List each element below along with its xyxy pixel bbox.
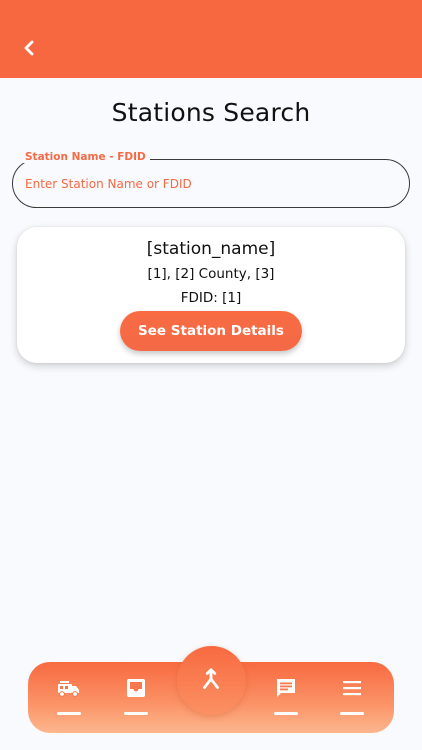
inbox-icon — [127, 679, 145, 697]
page-title: Stations Search — [111, 98, 311, 127]
nav-underline — [274, 712, 298, 715]
see-station-details-button[interactable]: See Station Details — [120, 311, 302, 351]
app-bar — [0, 0, 422, 78]
merge-action-button[interactable] — [177, 646, 246, 715]
station-location: [1], [2] County, [3] — [147, 266, 275, 282]
nav-underline — [57, 712, 81, 715]
search-field-label: Station Name - FDID — [21, 151, 150, 163]
nav-item-messages[interactable] — [264, 662, 308, 733]
message-icon — [277, 679, 295, 697]
fire-truck-icon — [58, 681, 79, 697]
nav-underline — [124, 712, 148, 715]
back-button[interactable] — [16, 34, 42, 62]
nav-item-stations[interactable] — [47, 662, 91, 733]
search-field[interactable]: Station Name - FDID — [12, 151, 410, 208]
menu-icon — [343, 681, 361, 696]
nav-item-menu[interactable] — [330, 662, 374, 733]
nav-item-inbox[interactable] — [114, 662, 158, 733]
station-fdid: FDID: [1] — [180, 290, 242, 306]
station-name: [station_name] — [146, 239, 276, 259]
chevron-left-icon — [24, 40, 34, 56]
search-input[interactable] — [25, 174, 395, 194]
nav-underline — [340, 712, 364, 715]
station-result-card: [station_name] [1], [2] County, [3] FDID… — [17, 227, 405, 363]
merge-icon — [203, 668, 219, 689]
